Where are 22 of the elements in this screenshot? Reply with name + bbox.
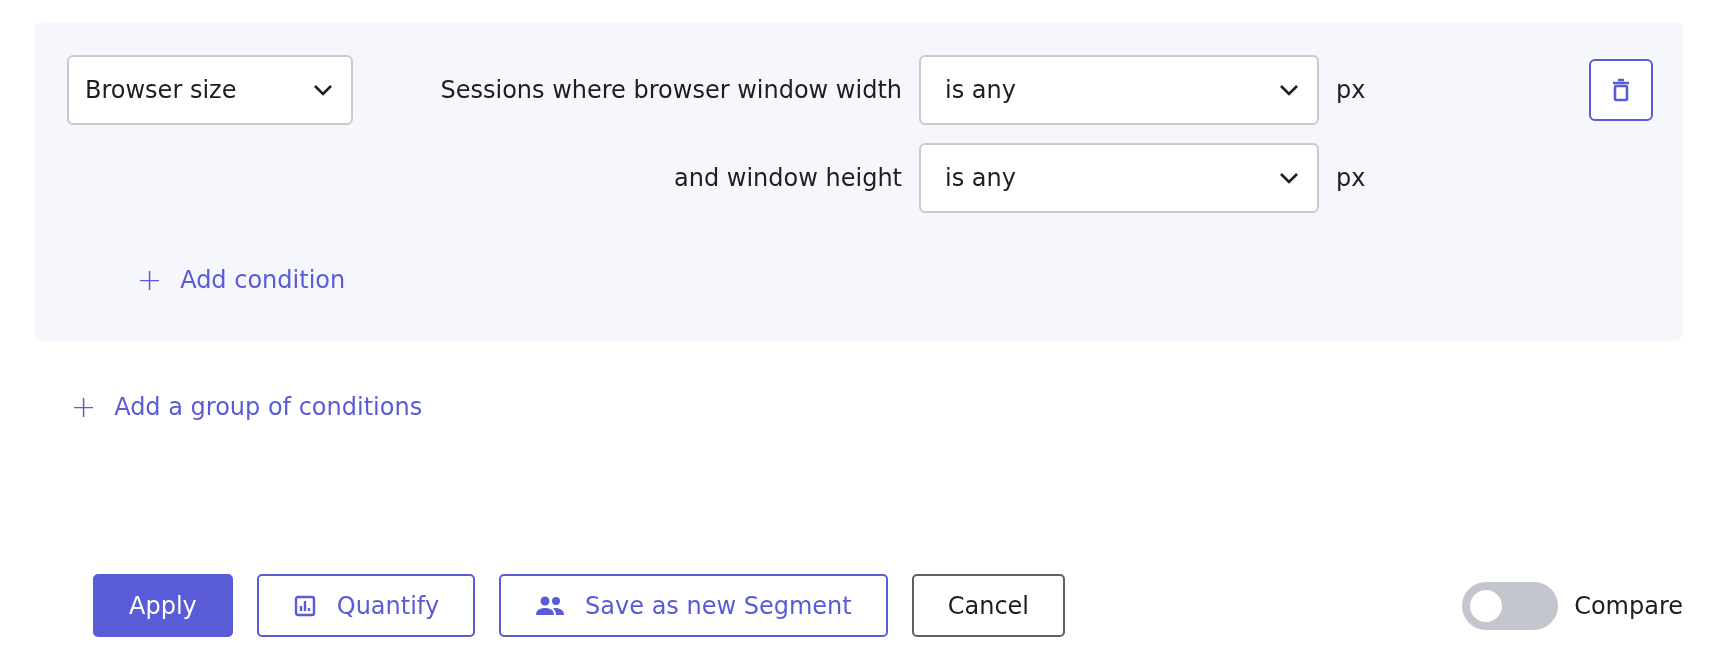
chevron-down-icon (1279, 172, 1299, 184)
delete-button[interactable] (1589, 59, 1653, 121)
operator-select[interactable]: is any (919, 143, 1319, 213)
add-condition-link[interactable]: + Add condition (137, 262, 346, 297)
chevron-down-icon (1279, 84, 1299, 96)
apply-button[interactable]: Apply (93, 574, 233, 637)
trash-icon (1612, 78, 1630, 102)
unit-label: px (1335, 76, 1366, 104)
chevron-down-icon (313, 84, 333, 96)
quantify-button[interactable]: Quantify (256, 574, 476, 637)
field-select[interactable]: Browser size (67, 55, 353, 125)
cancel-button[interactable]: Cancel (911, 574, 1066, 637)
condition-label: Sessions where browser window width (439, 76, 903, 104)
bar-chart-icon (292, 593, 317, 618)
operator-select[interactable]: is any (919, 55, 1319, 125)
people-icon (535, 595, 566, 616)
condition-label: and window height (673, 164, 903, 192)
unit-label: px (1335, 164, 1366, 192)
compare-toggle[interactable] (1462, 582, 1559, 630)
save-segment-button[interactable]: Save as new Segment (499, 574, 888, 637)
compare-label: Compare (1574, 592, 1683, 620)
add-group-link[interactable]: + Add a group of conditions (71, 389, 423, 424)
